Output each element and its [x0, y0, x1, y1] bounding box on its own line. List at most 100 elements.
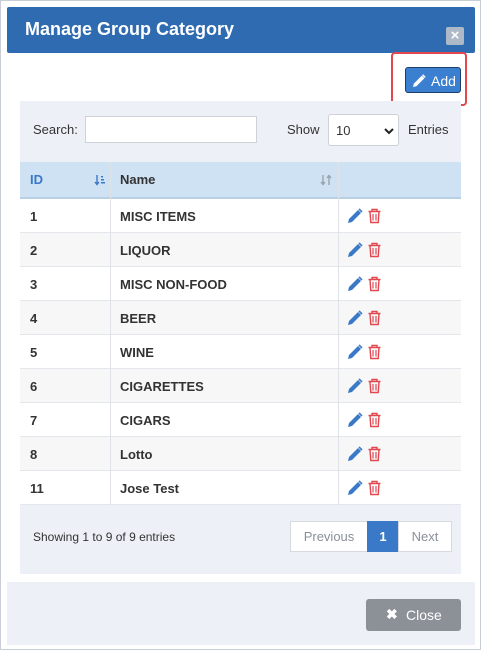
trash-icon[interactable] [367, 276, 382, 292]
column-divider [338, 267, 339, 301]
row-id: 2 [30, 243, 38, 258]
column-divider [338, 471, 339, 505]
pagination-page-1[interactable]: 1 [367, 521, 399, 552]
pencil-icon[interactable] [347, 242, 363, 258]
row-name: CIGARETTES [120, 379, 204, 394]
column-divider [338, 301, 339, 335]
column-header-name[interactable]: Name [120, 172, 155, 187]
column-divider [338, 335, 339, 369]
row-id: 6 [30, 379, 38, 394]
trash-icon[interactable] [367, 446, 382, 462]
add-button[interactable]: Add [405, 67, 461, 93]
pencil-icon[interactable] [347, 446, 363, 462]
row-name: MISC NON-FOOD [120, 277, 227, 292]
column-divider [110, 162, 111, 199]
row-name: Jose Test [120, 481, 180, 496]
row-name: CIGARS [120, 413, 171, 428]
row-name: MISC ITEMS [120, 209, 196, 224]
pencil-icon[interactable] [347, 276, 363, 292]
entries-label: Entries [408, 122, 449, 137]
table-row: 2 LIQUOR [20, 233, 461, 267]
column-divider [338, 162, 339, 199]
row-name: Lotto [120, 447, 153, 462]
pencil-icon[interactable] [347, 208, 363, 224]
modal-header: Manage Group Category × [7, 7, 475, 53]
row-name: BEER [120, 311, 157, 326]
close-icon[interactable]: × [446, 27, 464, 45]
column-divider [110, 403, 111, 437]
table-row: 7 CIGARS [20, 403, 461, 437]
close-button[interactable]: ✖ Close [366, 599, 461, 631]
close-button-label: Close [406, 607, 442, 623]
pencil-icon[interactable] [347, 412, 363, 428]
row-actions [347, 310, 387, 326]
table-row: 3 MISC NON-FOOD [20, 267, 461, 301]
times-icon: ✖ [386, 606, 398, 622]
pencil-icon[interactable] [347, 378, 363, 394]
pagination-next[interactable]: Next [398, 521, 452, 552]
trash-icon[interactable] [367, 242, 382, 258]
sort-asc-icon[interactable] [94, 174, 106, 186]
table-row: 11 Jose Test [20, 471, 461, 505]
add-button-label: Add [431, 73, 456, 89]
table-row: 8 Lotto [20, 437, 461, 471]
column-divider [110, 233, 111, 267]
modal-title: Manage Group Category [25, 19, 235, 39]
row-actions [347, 480, 387, 496]
add-button-highlight: Add [391, 52, 467, 106]
row-id: 8 [30, 447, 38, 462]
row-name: WINE [120, 345, 154, 360]
column-header-id[interactable]: ID [30, 172, 43, 187]
search-label: Search: [33, 122, 78, 137]
show-label: Show [287, 122, 320, 137]
column-divider [338, 403, 339, 437]
column-divider [110, 335, 111, 369]
row-id: 3 [30, 277, 38, 292]
row-id: 4 [30, 311, 38, 326]
column-divider [110, 471, 111, 505]
table-info: Showing 1 to 9 of 9 entries [33, 530, 176, 544]
pencil-icon [413, 74, 426, 87]
table-row: 6 CIGARETTES [20, 369, 461, 403]
trash-icon[interactable] [367, 412, 382, 428]
column-divider [110, 301, 111, 335]
manage-group-category-modal: Manage Group Category × Add Search: Show… [0, 0, 481, 650]
search-input[interactable] [85, 116, 257, 143]
pencil-icon[interactable] [347, 480, 363, 496]
row-id: 5 [30, 345, 38, 360]
sort-icon[interactable] [320, 174, 332, 186]
column-divider [110, 369, 111, 403]
trash-icon[interactable] [367, 310, 382, 326]
chevron-down-icon [384, 128, 394, 135]
modal-footer: ✖ Close [7, 582, 475, 645]
row-actions [347, 446, 387, 462]
row-actions [347, 242, 387, 258]
trash-icon[interactable] [367, 378, 382, 394]
table-panel: Search: Show 10 Entries ID Name 1 MISC I… [20, 101, 461, 574]
pagination-previous[interactable]: Previous [290, 521, 368, 552]
page-size-select[interactable]: 10 [328, 114, 399, 146]
pencil-icon[interactable] [347, 344, 363, 360]
row-actions [347, 378, 387, 394]
pencil-icon[interactable] [347, 310, 363, 326]
row-actions [347, 344, 387, 360]
trash-icon[interactable] [367, 344, 382, 360]
column-divider [110, 267, 111, 301]
column-divider [338, 233, 339, 267]
table-row: 4 BEER [20, 301, 461, 335]
column-divider [338, 199, 339, 233]
column-divider [338, 369, 339, 403]
row-id: 11 [30, 481, 44, 496]
page-size-value: 10 [336, 123, 351, 138]
trash-icon[interactable] [367, 208, 382, 224]
row-actions [347, 276, 387, 292]
column-divider [338, 437, 339, 471]
column-divider [110, 199, 111, 233]
trash-icon[interactable] [367, 480, 382, 496]
row-id: 1 [30, 209, 38, 224]
table-row: 1 MISC ITEMS [20, 199, 461, 233]
row-actions [347, 412, 387, 428]
row-id: 7 [30, 413, 38, 428]
row-name: LIQUOR [120, 243, 171, 258]
table-header: ID Name [20, 162, 461, 199]
